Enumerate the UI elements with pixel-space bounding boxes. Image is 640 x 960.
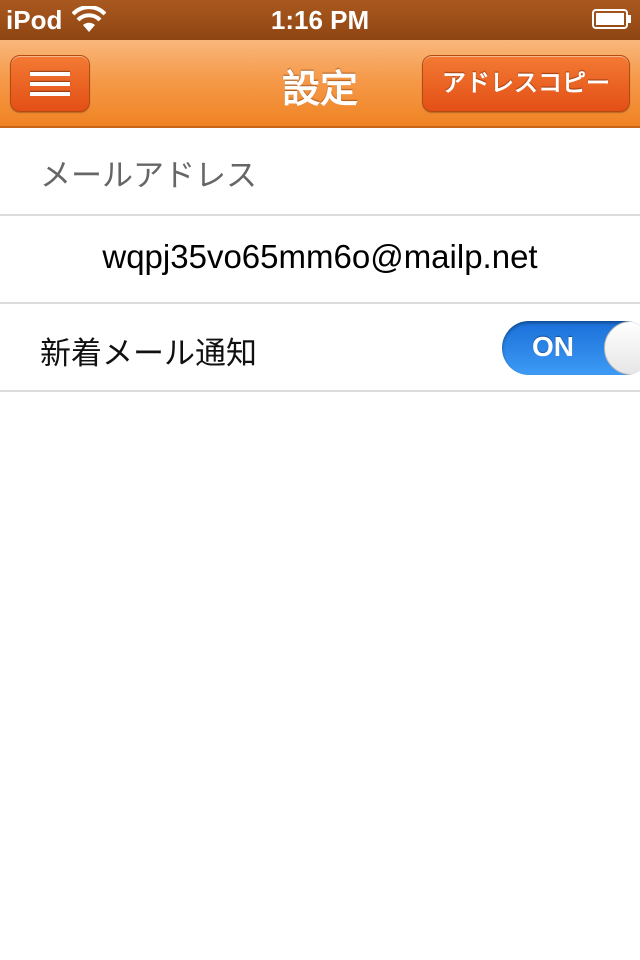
toggle-state-label: ON (532, 331, 574, 362)
notification-row: 新着メール通知 ON (0, 304, 640, 392)
email-address-row: wqpj35vo65mm6o@mailp.net (0, 216, 640, 304)
toggle-knob[interactable] (604, 321, 640, 375)
email-section-header: メールアドレス (0, 128, 640, 216)
notification-label: 新着メール通知 (40, 336, 257, 372)
nav-bar: 設定 アドレスコピー (0, 40, 640, 128)
email-address: wqpj35vo65mm6o@mailp.net (102, 238, 538, 275)
status-time: 1:16 PM (270, 5, 370, 35)
copy-address-button[interactable]: アドレスコピー (422, 55, 630, 112)
notification-toggle[interactable]: ON (502, 321, 640, 375)
battery-icon (592, 9, 631, 29)
status-bar: iPod 1:16 PM (0, 0, 640, 40)
email-section-label: メールアドレス (40, 158, 257, 194)
